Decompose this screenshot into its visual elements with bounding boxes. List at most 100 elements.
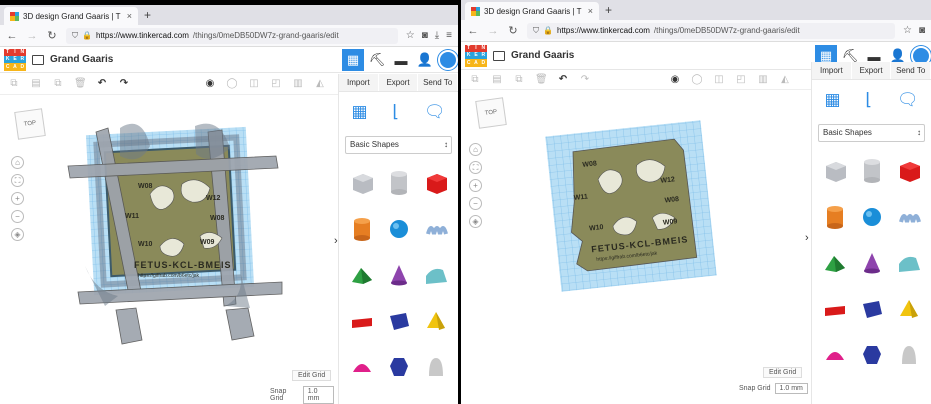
- snap-grid-select[interactable]: 1.0 mm: [302, 386, 334, 404]
- shape-cylinder-striped[interactable]: [380, 166, 417, 200]
- design-name[interactable]: Grand Gaaris: [511, 50, 574, 61]
- workplane-area[interactable]: TOP ⌂ ⛶ + − ◈ W08 W12 W11 W08 W10 W09 FE…: [461, 91, 811, 404]
- ruler-tool-icon[interactable]: ⌊: [392, 102, 399, 122]
- duplicate-icon[interactable]: ⧉: [513, 74, 525, 85]
- shape-paraboloid[interactable]: [417, 350, 454, 384]
- browser-tab[interactable]: 3D design Grand Gaaris | T ×: [465, 2, 599, 20]
- align-icon[interactable]: ▥: [292, 78, 304, 89]
- copy-icon[interactable]: ⧉: [8, 78, 20, 89]
- align-icon[interactable]: ▥: [757, 74, 769, 85]
- forward-icon[interactable]: →: [26, 30, 38, 42]
- delete-icon[interactable]: 🗑: [535, 74, 548, 85]
- workplane-tool-icon[interactable]: ▦: [351, 102, 367, 122]
- design-list-icon[interactable]: [493, 50, 505, 61]
- shape-polygon[interactable]: [853, 292, 890, 326]
- bookmark-star-icon[interactable]: ☆: [406, 30, 415, 41]
- note-tool-icon[interactable]: ◉: [204, 78, 216, 89]
- shape-sphere[interactable]: [853, 200, 890, 234]
- shape-cylinder[interactable]: [816, 200, 853, 234]
- shape-box-red[interactable]: [417, 166, 454, 200]
- shape-scribble[interactable]: [890, 200, 927, 234]
- collapse-panel-icon[interactable]: ›: [805, 232, 809, 244]
- design-scene[interactable]: W08 W12 W11 W08 W10 W09 FETUS-KCL-BMEIS …: [461, 91, 811, 404]
- edit-grid-button[interactable]: Edit Grid: [763, 367, 803, 378]
- shape-round-roof[interactable]: [890, 246, 927, 280]
- design-name[interactable]: Grand Gaaris: [50, 54, 113, 65]
- shape-scribble[interactable]: [417, 212, 454, 246]
- send-to-button[interactable]: Send To: [891, 62, 931, 79]
- bookmark-star-icon[interactable]: ☆: [903, 25, 912, 36]
- download-icon[interactable]: ⤓: [435, 30, 439, 41]
- shape-box-red[interactable]: [890, 154, 927, 188]
- close-tab-icon[interactable]: ×: [127, 11, 132, 21]
- mirror-icon[interactable]: ◭: [779, 74, 791, 85]
- shape-polygon[interactable]: [380, 304, 417, 338]
- add-user-icon[interactable]: 👤: [414, 49, 436, 71]
- send-to-button[interactable]: Send To: [418, 74, 458, 91]
- paste-icon[interactable]: ▤: [491, 74, 503, 85]
- bricks-icon[interactable]: ▬: [390, 49, 412, 71]
- export-button[interactable]: Export: [851, 62, 892, 79]
- avatar[interactable]: [438, 50, 458, 70]
- pickaxe-icon[interactable]: ⛏: [366, 49, 388, 71]
- shape-cone[interactable]: [380, 258, 417, 292]
- 3d-view-grid-icon[interactable]: ▦: [342, 49, 364, 71]
- shape-pyramid[interactable]: [417, 304, 454, 338]
- paste-icon[interactable]: ▤: [30, 78, 42, 89]
- url-bar[interactable]: ⛉ 🔒 https://www.tinkercad.com/things/0me…: [527, 22, 895, 39]
- undo-icon[interactable]: ↶: [557, 74, 569, 85]
- import-button[interactable]: Import: [812, 62, 852, 79]
- shape-hexagon[interactable]: [853, 338, 890, 372]
- reload-icon[interactable]: ↻: [507, 24, 519, 37]
- shape-round-roof[interactable]: [417, 258, 454, 292]
- shape-pyramid[interactable]: [890, 292, 927, 326]
- edit-grid-button[interactable]: Edit Grid: [292, 370, 332, 381]
- group-icon[interactable]: ◫: [713, 74, 725, 85]
- shape-box[interactable]: [816, 154, 853, 188]
- ungroup-icon[interactable]: ◰: [270, 78, 282, 89]
- snap-grid-select[interactable]: 1.0 mm: [774, 383, 808, 394]
- shapes-category-select[interactable]: Basic Shapes: [345, 136, 452, 154]
- copy-icon[interactable]: ⧉: [469, 74, 481, 85]
- new-tab-button[interactable]: +: [144, 8, 151, 22]
- shape-cone[interactable]: [853, 246, 890, 280]
- forward-icon[interactable]: →: [487, 25, 499, 37]
- shape-sphere[interactable]: [380, 212, 417, 246]
- workplane-area[interactable]: TOP ⌂ ⛶ + − ◈ W08 W12 W11 W08 W10 W09 FE…: [0, 96, 334, 404]
- shape-text[interactable]: [816, 292, 853, 326]
- design-list-icon[interactable]: [32, 54, 44, 65]
- group-icon[interactable]: ◫: [248, 78, 260, 89]
- undo-icon[interactable]: ↶: [96, 78, 108, 89]
- redo-icon[interactable]: ↷: [579, 74, 591, 85]
- ruler-tool-icon[interactable]: ⌊: [865, 90, 872, 110]
- ungroup-icon[interactable]: ◰: [735, 74, 747, 85]
- light-bulb-icon[interactable]: ◯: [226, 78, 238, 89]
- notes-tool-icon[interactable]: 🗨: [897, 90, 919, 110]
- shape-cylinder-striped[interactable]: [853, 154, 890, 188]
- tinkercad-logo[interactable]: TIN KER CAD: [4, 48, 26, 71]
- shape-roof[interactable]: [343, 258, 380, 292]
- shape-roof[interactable]: [816, 246, 853, 280]
- browser-tab[interactable]: 3D design Grand Gaaris | T ×: [4, 7, 138, 25]
- export-button[interactable]: Export: [378, 74, 419, 91]
- shapes-category-select[interactable]: Basic Shapes: [818, 124, 925, 142]
- back-icon[interactable]: ←: [467, 25, 479, 37]
- new-tab-button[interactable]: +: [605, 3, 612, 17]
- reload-icon[interactable]: ↻: [46, 29, 58, 42]
- pocket-icon[interactable]: ◙: [422, 30, 428, 41]
- close-tab-icon[interactable]: ×: [588, 6, 593, 16]
- import-button[interactable]: Import: [339, 74, 379, 91]
- note-tool-icon[interactable]: ◉: [669, 74, 681, 85]
- light-bulb-icon[interactable]: ◯: [691, 74, 703, 85]
- delete-icon[interactable]: 🗑: [74, 78, 87, 89]
- shape-text[interactable]: [343, 304, 380, 338]
- shape-hexagon[interactable]: [380, 350, 417, 384]
- notes-tool-icon[interactable]: 🗨: [424, 102, 446, 122]
- duplicate-icon[interactable]: ⧉: [52, 78, 64, 89]
- pocket-icon[interactable]: ◙: [919, 25, 925, 36]
- redo-icon[interactable]: ↷: [118, 78, 130, 89]
- url-bar[interactable]: ⛉ 🔒 https://www.tinkercad.com/things/0me…: [66, 27, 398, 44]
- shape-box[interactable]: [343, 166, 380, 200]
- shape-paraboloid[interactable]: [890, 338, 927, 372]
- mirror-icon[interactable]: ◭: [314, 78, 326, 89]
